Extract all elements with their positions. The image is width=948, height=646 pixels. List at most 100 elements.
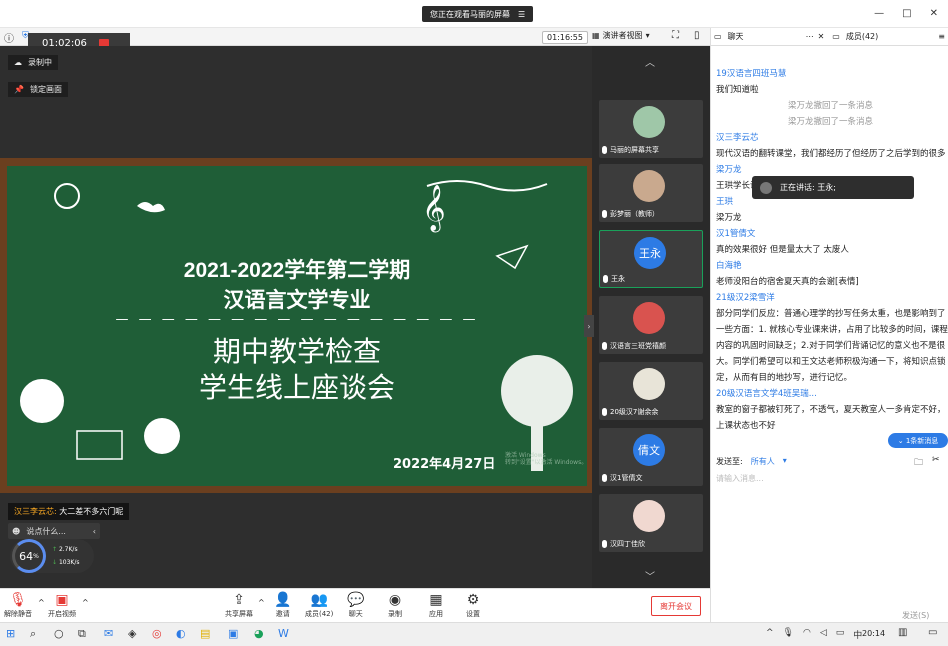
- message-sender[interactable]: 汉1管倩文: [716, 226, 948, 242]
- folder-icon[interactable]: 🗀: [914, 455, 923, 471]
- lock-view-button[interactable]: 📌 锁定画面: [8, 82, 68, 97]
- character-doodle: [144, 418, 180, 454]
- message-sender[interactable]: 白海艳: [716, 258, 948, 274]
- blackboard: 𝄞 2021-2022学年第二学期 汉语言文学专业 — — — — — — — …: [7, 166, 587, 486]
- notification-icon[interactable]: ▭: [928, 627, 937, 638]
- app-icon[interactable]: ◈: [128, 627, 136, 640]
- participant-tile[interactable]: 马丽的屏幕共享: [599, 100, 703, 158]
- chevron-up-icon[interactable]: ^: [38, 598, 45, 607]
- message-text: 我们知道啦: [716, 85, 759, 95]
- view-mode-button[interactable]: ▦ 演讲者视图 ▾: [592, 30, 650, 41]
- app-tray-icon[interactable]: ▥: [898, 627, 907, 638]
- share-screen-button[interactable]: ⇪ 共享屏幕: [225, 592, 253, 619]
- sidebar-toggle-icon[interactable]: ▯: [694, 30, 700, 41]
- leave-meeting-button[interactable]: 离开会议: [651, 596, 701, 616]
- tab-chat[interactable]: 聊天: [728, 31, 744, 42]
- video-button[interactable]: ▣ 开启视频: [48, 592, 76, 619]
- send-to-selector[interactable]: 发送至: 所有人 ▾: [716, 456, 787, 467]
- ime-indicator[interactable]: 中: [853, 628, 862, 641]
- task-view-icon[interactable]: ○: [54, 627, 64, 640]
- chat-message-list: 19汉语言四班马慧 我们知道啦 梁万龙撤回了一条消息 梁万龙撤回了一条消息 汉三李云芯现…: [716, 66, 948, 450]
- participant-name: 汉语言三班党禧颜: [610, 342, 666, 350]
- minimize-button[interactable]: —: [874, 8, 884, 19]
- edge-icon[interactable]: ◐: [176, 627, 186, 640]
- upload-rate: 2.7K/s: [58, 546, 78, 553]
- chevron-up-icon[interactable]: ^: [766, 628, 774, 641]
- menu-icon[interactable]: ≡: [938, 32, 945, 41]
- participant-tile[interactable]: 汉语言三班党禧颜: [599, 296, 703, 354]
- chat-input[interactable]: 请输入消息...: [716, 473, 764, 484]
- toast-text: 大二差不多六门呢: [59, 507, 124, 516]
- participant-name-row: 马丽的屏幕共享: [602, 145, 659, 155]
- chat-label: 聊天: [348, 610, 363, 618]
- wifi-icon[interactable]: ◠: [803, 628, 811, 641]
- menu-icon[interactable]: ☰: [518, 10, 525, 19]
- participant-name: 王永: [611, 275, 625, 283]
- avatar: [633, 368, 665, 400]
- taskbar-clock[interactable]: 20:14: [862, 629, 885, 638]
- chat-button[interactable]: 💬 聊天: [347, 592, 364, 619]
- close-icon[interactable]: ✕: [818, 32, 825, 41]
- battery-icon[interactable]: ▭: [836, 628, 845, 641]
- settings-label: 设置: [466, 610, 480, 618]
- members-button[interactable]: 👥 成员(42): [305, 592, 333, 619]
- close-button[interactable]: ✕: [930, 8, 938, 19]
- settings-button[interactable]: ⚙ 设置: [466, 592, 480, 619]
- sun-doodle: [54, 183, 80, 209]
- chevron-down-icon[interactable]: ﹀: [645, 568, 655, 583]
- windows-start-icon[interactable]: ⊞: [6, 627, 15, 640]
- participant-tile[interactable]: 汉四丁佳欣: [599, 494, 703, 552]
- share-status-pill[interactable]: 您正在观看马丽的屏幕 ☰: [422, 6, 534, 22]
- view-mode-label: 演讲者视图: [602, 31, 643, 40]
- file-explorer-icon[interactable]: ▤: [200, 627, 210, 640]
- layout-icon: ▦: [592, 31, 600, 40]
- users-icon: 👥: [310, 592, 328, 608]
- record-button[interactable]: ◉ 录制: [388, 592, 402, 619]
- avatar: 王永: [634, 237, 666, 269]
- mail-icon[interactable]: ✉: [104, 627, 113, 640]
- widgets-icon[interactable]: ⧉: [78, 627, 86, 641]
- participant-tile[interactable]: 20级汉7谢余余: [599, 362, 703, 420]
- emoji-icon[interactable]: ☻: [12, 527, 20, 536]
- chevron-up-icon[interactable]: ^: [258, 598, 265, 607]
- quick-chat-input[interactable]: ☻ 说点什么... ‹: [8, 523, 100, 539]
- microphone-icon[interactable]: 🎙: [783, 628, 794, 641]
- share-screen-icon: ⇪: [233, 592, 245, 608]
- record-icon: ◉: [388, 592, 402, 608]
- wechat-icon[interactable]: ◕: [254, 627, 264, 640]
- new-messages-button[interactable]: ⌄ 1条新消息: [888, 433, 948, 448]
- download-arrow-icon: ↓: [52, 559, 58, 566]
- chrome-icon[interactable]: ◎: [152, 627, 162, 640]
- meeting-app-icon[interactable]: ▣: [228, 627, 238, 640]
- word-icon[interactable]: W: [278, 627, 289, 640]
- invite-button[interactable]: 👤 邀请: [274, 592, 291, 619]
- participant-tile[interactable]: 彭梦丽（教师）: [599, 164, 703, 222]
- chat-toast[interactable]: 汉三李云芯: 大二差不多六门呢: [8, 503, 130, 520]
- network-quality-ring: 64%: [12, 539, 46, 573]
- more-icon[interactable]: ⋯: [806, 32, 814, 41]
- info-icon[interactable]: ⓘ: [4, 30, 14, 45]
- message-sender[interactable]: 20级汉语言文学4班吴瑞...: [716, 386, 948, 402]
- share-screen-label: 共享屏幕: [225, 610, 253, 618]
- apps-button[interactable]: ▦ 应用: [429, 592, 443, 619]
- screenshot-icon[interactable]: ✂: [932, 455, 940, 465]
- chevron-up-icon[interactable]: ^: [82, 598, 89, 607]
- gift-doodle: [76, 430, 123, 460]
- tab-members[interactable]: 成员(42): [846, 31, 878, 42]
- volume-icon[interactable]: ◁: [820, 628, 827, 641]
- participant-tile[interactable]: 王永 王永: [599, 230, 703, 288]
- send-button[interactable]: 发送(S): [902, 610, 929, 621]
- message-sender[interactable]: 21级汉2梁雪洋: [716, 290, 948, 306]
- participant-tile[interactable]: 倩文 汉1管倩文: [599, 428, 703, 486]
- fullscreen-icon[interactable]: ⛶: [672, 30, 679, 41]
- chevron-left-icon[interactable]: ‹: [93, 527, 100, 536]
- collapse-sidebar-button[interactable]: ›: [584, 315, 594, 337]
- message-sender[interactable]: 19汉语言四班马慧: [716, 66, 948, 82]
- mute-button[interactable]: 🎙 解除静音: [4, 592, 32, 619]
- search-icon[interactable]: ⌕: [30, 627, 36, 641]
- restore-button[interactable]: □: [902, 8, 911, 19]
- message-text: 教室的窗子都被钉死了，不透气，夏天教室人一多肯定不好，上课状态也不好: [716, 405, 946, 431]
- message-sender[interactable]: 汉三李云芯: [716, 130, 948, 146]
- cloud-doodle: [137, 202, 165, 213]
- chevron-up-icon[interactable]: ︿: [645, 54, 655, 69]
